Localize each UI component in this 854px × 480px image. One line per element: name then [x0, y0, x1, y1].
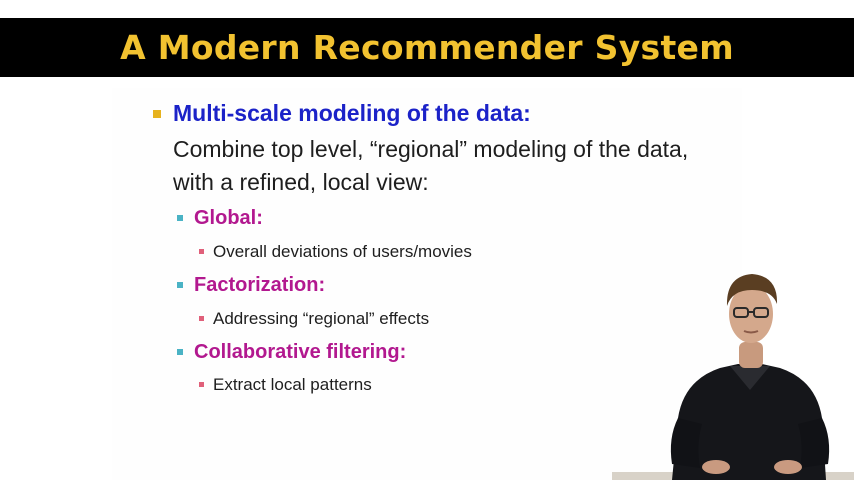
main-heading: Multi-scale modeling of the data:: [173, 100, 531, 126]
title-bar: A Modern Recommender System: [0, 18, 854, 77]
sub-heading-collaborative-filtering: Collaborative filtering:: [194, 341, 407, 363]
presenter-image: [612, 274, 854, 480]
detail-bullet-icon: [199, 382, 204, 387]
slide-title: A Modern Recommender System: [120, 28, 734, 67]
detail-global: Overall deviations of users/movies: [213, 242, 472, 261]
detail-collaborative-filtering: Extract local patterns: [213, 375, 372, 394]
main-bullet-icon: [153, 110, 161, 118]
detail-bullet-icon: [199, 249, 204, 254]
sub-bullet-icon: [177, 215, 183, 221]
sub-bullet-icon: [177, 282, 183, 288]
main-body: Combine top level, “regional” modeling o…: [173, 136, 689, 195]
detail-bullet-icon: [199, 316, 204, 321]
sub-heading-factorization: Factorization:: [194, 274, 326, 296]
video-frame: A Modern Recommender System Multi-scale …: [0, 0, 854, 480]
sub-heading-global: Global:: [194, 207, 263, 229]
detail-factorization: Addressing “regional” effects: [213, 309, 430, 328]
sub-bullet-icon: [177, 349, 183, 355]
